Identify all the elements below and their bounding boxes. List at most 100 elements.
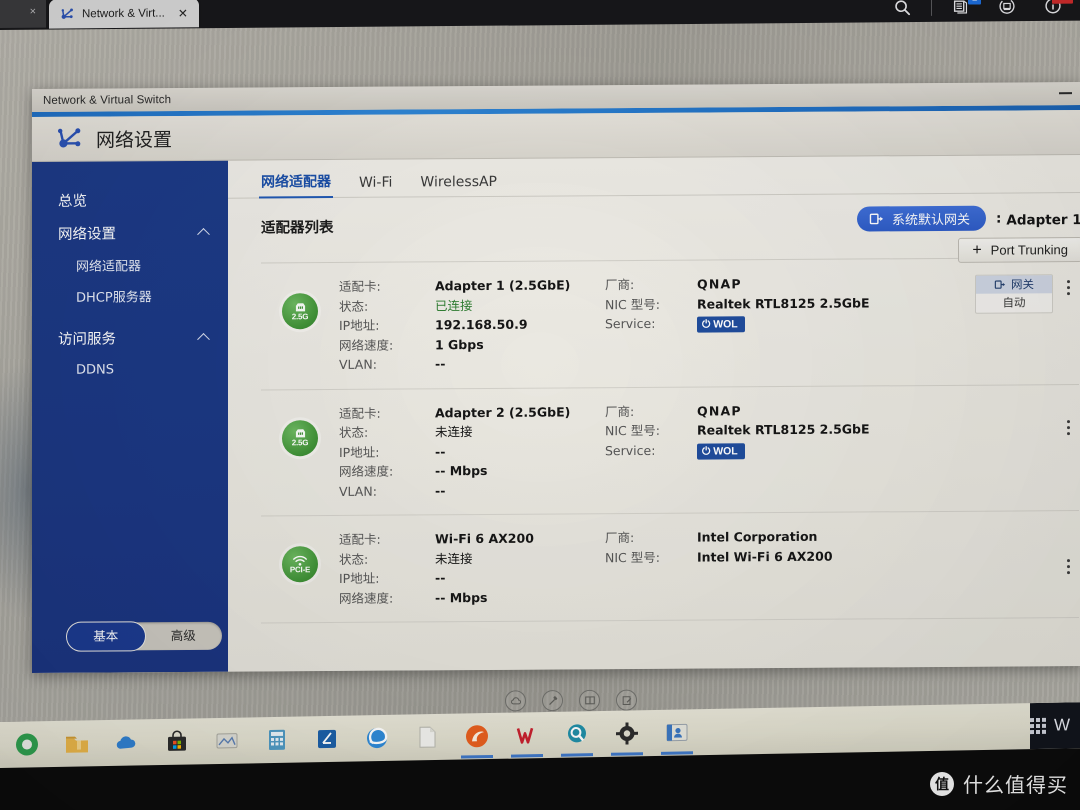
mode-toggle-advanced[interactable]: 高级	[145, 622, 223, 651]
label-speed: 网络速度:	[339, 463, 394, 479]
label-ip: IP地址:	[339, 444, 380, 460]
label-status: 状态:	[339, 424, 369, 440]
network-hub-icon	[57, 128, 81, 148]
taskbar-wps-icon[interactable]	[502, 712, 552, 759]
adapter-list: 2.5G 适配卡: 状态: IP地址: 网络速度: VLAN: Adapter …	[261, 257, 1079, 624]
mode-toggle-basic[interactable]: 基本	[67, 622, 145, 651]
port-trunking-label: Port Trunking	[990, 242, 1068, 258]
gateway-tag-label: 网关	[1011, 277, 1034, 292]
gateway-icon	[994, 280, 1005, 289]
minimize-button[interactable]	[1059, 92, 1072, 95]
taskbar-everything-icon[interactable]	[552, 711, 602, 758]
adapter-speed-badge-text: 2.5G	[291, 311, 309, 321]
sidebar-item-ddns[interactable]: DDNS	[32, 354, 228, 386]
tab-wireless-ap[interactable]: WirelessAP	[420, 174, 497, 197]
label-service: Service:	[605, 315, 656, 332]
value-status: 未连接	[435, 424, 473, 440]
taskbar-contacts-icon[interactable]	[652, 709, 702, 756]
taskbar-calculator-icon[interactable]	[252, 716, 302, 763]
network-virtual-switch-window: Network & Virtual Switch 网络设置 总览 网络设置 网络…	[32, 82, 1080, 674]
wol-label: WOL	[713, 444, 738, 457]
tab-wifi[interactable]: Wi-Fi	[359, 175, 392, 197]
kebab-menu-icon[interactable]	[1057, 553, 1079, 579]
value-service: ⏻ WOL	[697, 439, 907, 460]
wol-badge: ⏻ WOL	[697, 442, 745, 460]
taskbar-scanner-icon[interactable]	[302, 716, 352, 763]
qnap-logo: QNAP	[697, 402, 742, 419]
label-nic-model: NIC 型号:	[605, 549, 660, 565]
app-grid-icon[interactable]	[1029, 717, 1046, 735]
chevron-up-icon[interactable]	[199, 332, 210, 343]
adapter-primary-fields: 适配卡: 状态: IP地址: 网络速度: VLAN: Adapter 1 (2.…	[339, 275, 595, 374]
field-values: Adapter 2 (2.5GbE) 未连接 -- -- Mbps --	[435, 402, 595, 501]
adapter-secondary-fields: 厂商: NIC 型号: Service: QNAP Realtek RTL812…	[605, 400, 907, 461]
taskbar-settings-icon[interactable]	[602, 710, 652, 757]
running-indicator	[611, 752, 643, 756]
sidebar-item-access-services[interactable]: 访问服务	[32, 321, 228, 355]
field-values: QNAP Realtek RTL8125 2.5GbE ⏻ WOL	[697, 400, 907, 460]
browser-tab-close-icon[interactable]: ✕	[178, 6, 188, 20]
table-row[interactable]: 2.5G 适配卡: 状态: IP地址: 网络速度: VLAN: Adapter …	[261, 384, 1079, 517]
book-icon[interactable]	[579, 689, 600, 711]
row-actions	[1057, 527, 1079, 579]
background-tab-close-icon[interactable]: ×	[30, 6, 36, 18]
taskbar-maxthon-icon[interactable]	[452, 713, 502, 760]
taskbar-file-explorer-icon[interactable]	[52, 720, 102, 767]
label-vendor: 厂商:	[605, 277, 635, 293]
adapter-type-icon-wrap: 2.5G	[261, 403, 339, 456]
info-icon[interactable]: 10+	[1030, 0, 1076, 21]
background-tab[interactable]: ×	[0, 0, 46, 28]
power-icon: ⏻	[702, 318, 711, 331]
page-title: 网络设置	[96, 128, 173, 152]
adapter-type-icon-wrap: 2.5G	[261, 277, 339, 330]
taskbar-photos-icon[interactable]	[202, 717, 252, 764]
browser-tab-title: Network & Virt...	[82, 7, 165, 20]
collections-icon[interactable]: 1	[938, 0, 984, 22]
field-values: QNAP Realtek RTL8125 2.5GbE ⏻ WOL	[697, 273, 907, 333]
table-row[interactable]: 2.5G 适配卡: 状态: IP地址: 网络速度: VLAN: Adapter …	[261, 258, 1079, 390]
watermark: 值 什么值得买	[930, 769, 1068, 798]
tab-network-adapter[interactable]: 网络适配器	[261, 171, 331, 197]
taskbar-onedrive-icon[interactable]	[102, 719, 152, 766]
tools-icon[interactable]	[542, 690, 563, 712]
search-icon[interactable]	[879, 0, 925, 22]
browser-tab-active[interactable]: Network & Virt... ✕	[49, 0, 199, 29]
sync-icon[interactable]	[984, 0, 1030, 21]
label-adapter: 适配卡:	[339, 531, 381, 547]
notes-icon[interactable]	[616, 689, 637, 711]
value-adapter: Adapter 1 (2.5GbE)	[435, 277, 571, 294]
adapter-list-title: 适配器列表	[261, 220, 334, 237]
label-ip: IP地址:	[339, 570, 380, 586]
sidebar-item-label: 网络设置	[58, 226, 116, 243]
taskbar-internet-explorer-icon[interactable]	[352, 715, 402, 762]
monitor-photo: × Network & Virt... ✕ Network & Virtual …	[0, 0, 1080, 810]
taskbar-store-icon[interactable]	[152, 718, 202, 765]
sidebar-item-network-settings[interactable]: 网络设置	[32, 216, 228, 250]
sidebar-item-label: 总览	[58, 193, 87, 210]
sidebar-item-network-adapter[interactable]: 网络适配器	[32, 249, 228, 281]
kebab-menu-icon[interactable]	[1057, 274, 1079, 300]
label-speed: 网络速度:	[339, 337, 394, 353]
wol-label: WOL	[713, 318, 738, 331]
mode-toggle[interactable]: 基本 高级	[67, 621, 223, 651]
value-nic-model: Realtek RTL8125 2.5GbE	[697, 421, 870, 438]
sidebar-item-overview[interactable]: 总览	[32, 183, 228, 217]
cloud-icon[interactable]	[505, 690, 526, 712]
taskbar-browser-icon[interactable]	[2, 721, 52, 768]
gateway-value-group: : Adapter 1 (自	[996, 205, 1080, 231]
gateway-status-box[interactable]: 网关 自动	[975, 274, 1053, 314]
taskbar-notepad-icon[interactable]	[402, 714, 452, 761]
adapter-type-icon-wrap: PCI-E	[261, 530, 339, 583]
adapter-secondary-fields: 厂商: NIC 型号: Service: QNAP Realtek RTL812…	[605, 273, 907, 334]
ethernet-port-icon: 2.5G	[282, 419, 318, 456]
value-nic-model: Realtek RTL8125 2.5GbE	[697, 294, 870, 312]
label-speed: 网络速度:	[339, 590, 394, 606]
system-default-gateway-button[interactable]: 系统默认网关	[856, 205, 986, 232]
value-speed: 1 Gbps	[435, 336, 484, 352]
sidebar-item-dhcp-server[interactable]: DHCP服务器	[32, 280, 228, 312]
gateway-icon	[869, 213, 883, 225]
table-row[interactable]: PCI-E 适配卡: 状态: IP地址: 网络速度: Wi-Fi 6 AX200…	[261, 511, 1079, 624]
adapter-bus-badge-text: PCI-E	[289, 564, 311, 574]
chevron-up-icon[interactable]	[199, 227, 210, 238]
kebab-menu-icon[interactable]	[1057, 415, 1079, 441]
